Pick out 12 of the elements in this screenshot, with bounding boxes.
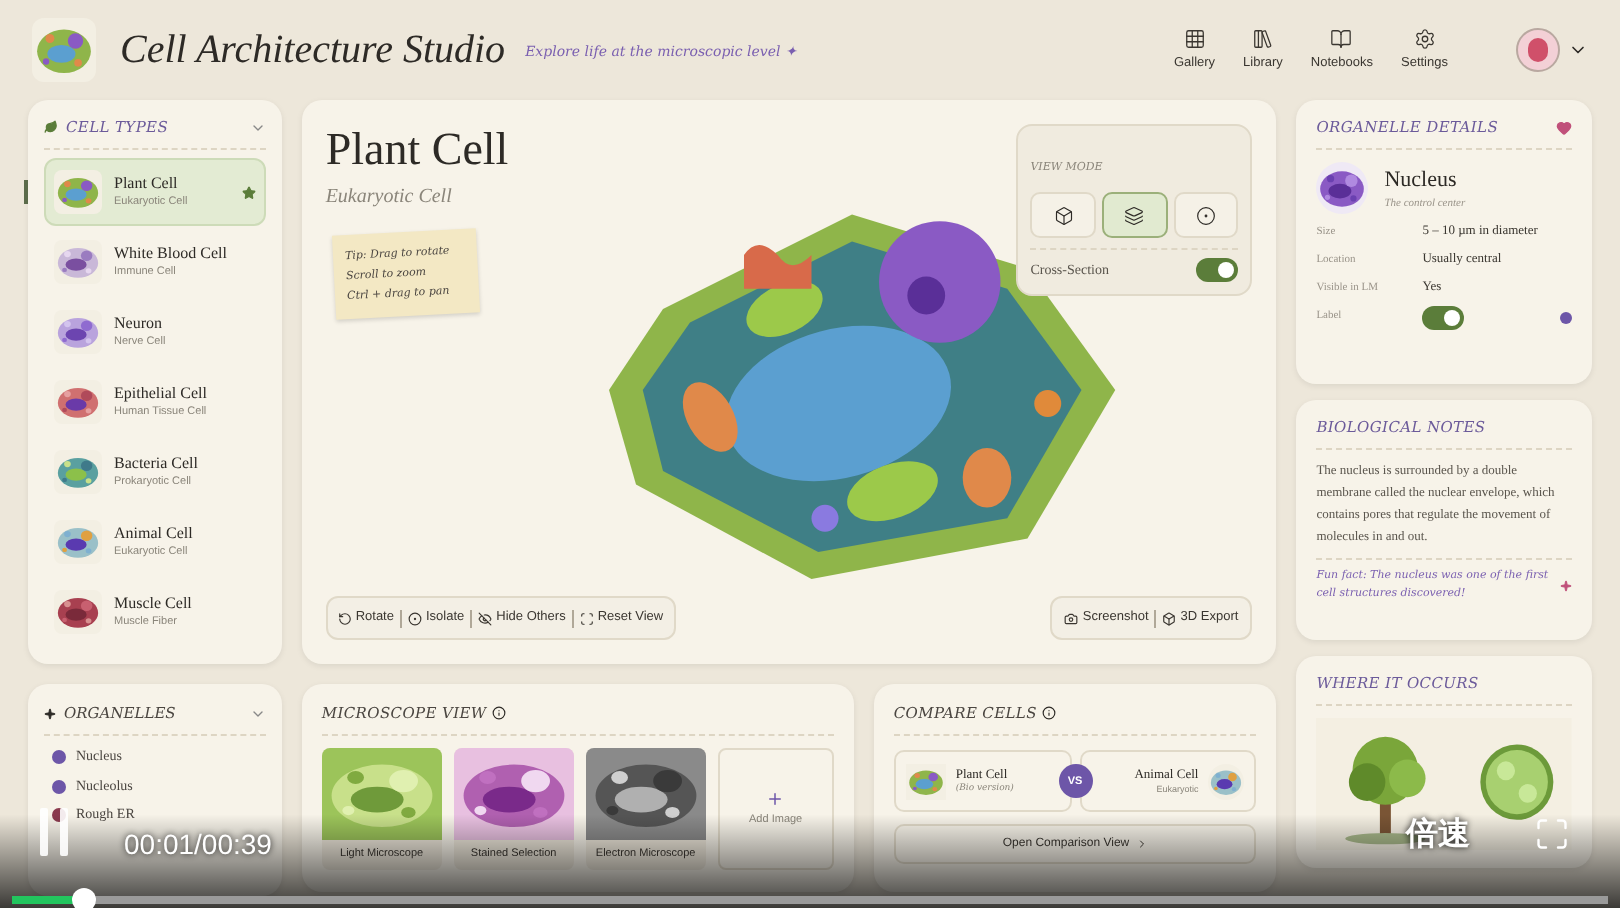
cell-name: Bacteria Cell [114, 454, 198, 475]
cell-name: Neuron [114, 314, 164, 335]
cell-name: Epithelial Cell [114, 384, 207, 405]
organelle-name: Nucleus [1384, 165, 1459, 196]
cell-name: Plant Cell [114, 174, 180, 195]
cell-title: Plant Cell [325, 124, 509, 176]
cell-name: White Blood Cell [114, 244, 227, 265]
cell-subtitle: Eukaryotic Cell [325, 184, 454, 212]
cell-name: Muscle Cell [114, 594, 192, 615]
cell-name: Animal Cell [114, 524, 193, 545]
app-title: Cell Architecture Studio [120, 26, 506, 76]
video-time: 00:01/00:39 [124, 826, 272, 864]
